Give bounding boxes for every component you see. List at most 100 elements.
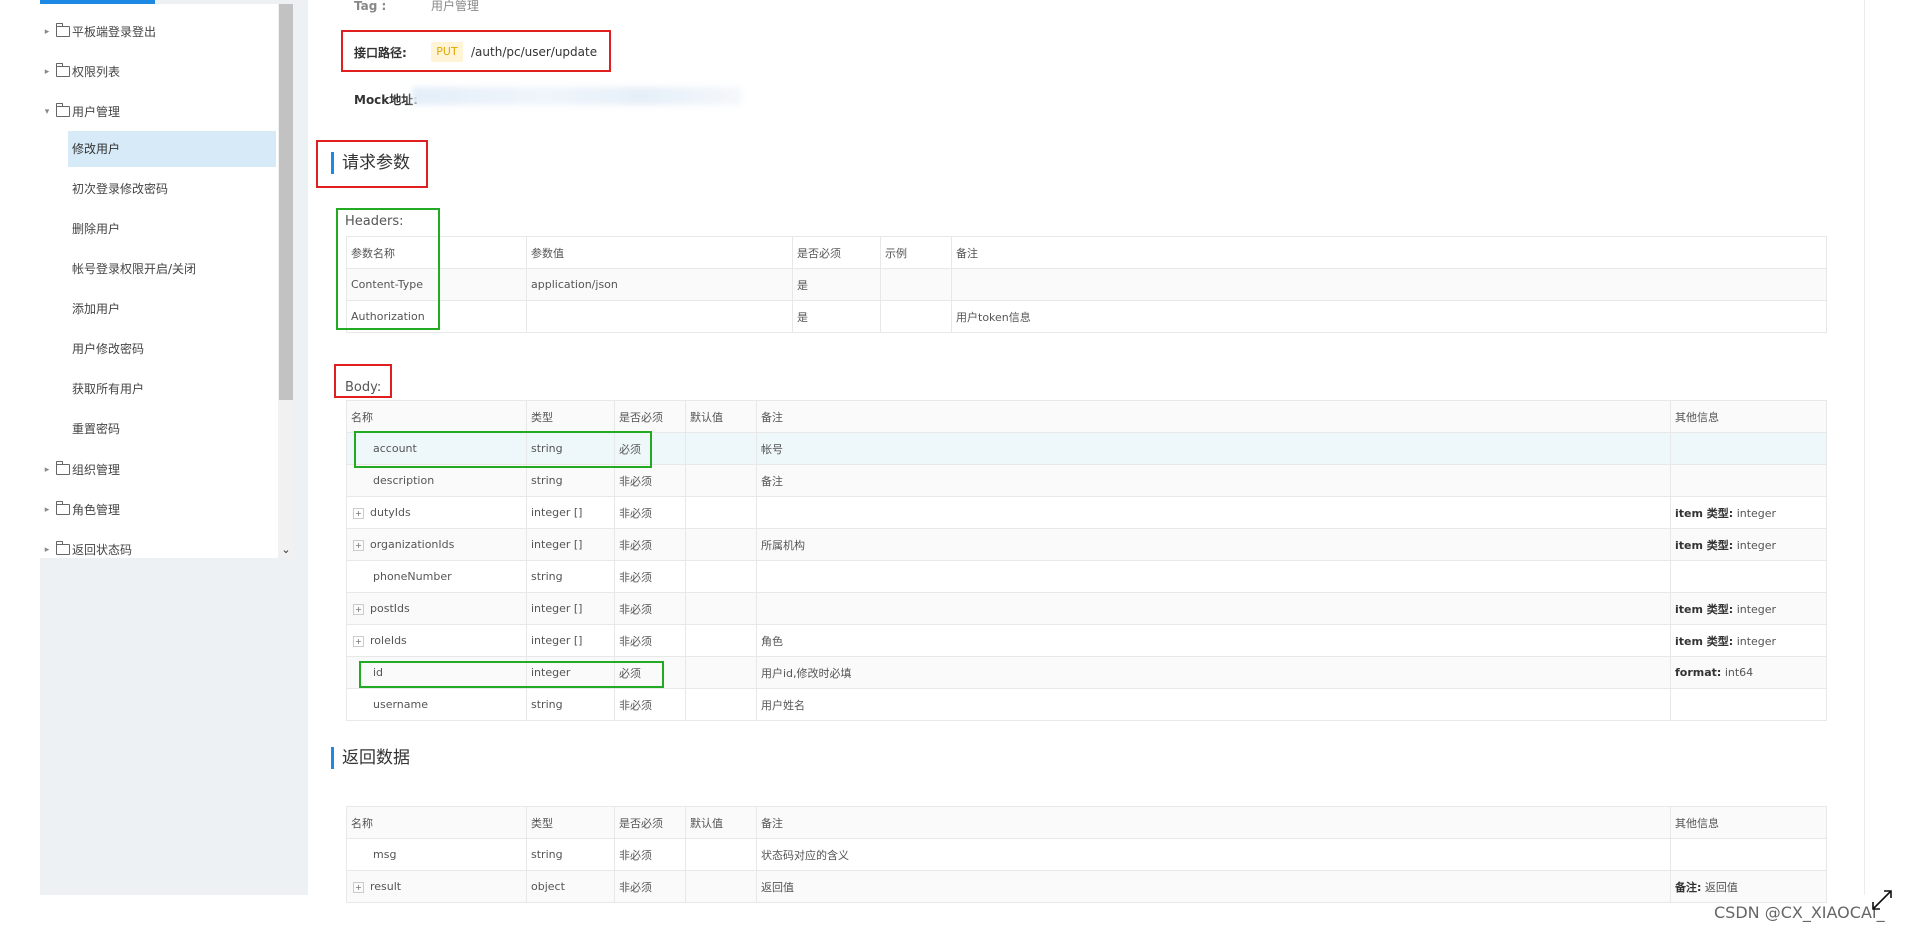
sidebar-folder[interactable]: ▸ 权限列表 — [40, 54, 278, 90]
sidebar-item[interactable]: 帐号登录权限开启/关闭 — [40, 251, 278, 287]
col-remark: 备注 — [951, 236, 1827, 269]
expand-icon[interactable]: + — [353, 635, 364, 647]
table-row: Content-Type application/json 是 — [346, 268, 1827, 301]
param-extra: item 类型: integer — [1670, 496, 1827, 529]
column-header: 名称 — [346, 806, 527, 839]
header-example — [880, 300, 952, 333]
scroll-down-icon[interactable]: ⌄ — [278, 542, 294, 558]
param-note: 返回值 — [756, 870, 1671, 903]
sidebar-scrollbar[interactable]: ⌄ — [278, 4, 294, 558]
column-header: 默认值 — [685, 400, 757, 433]
column-header: 类型 — [526, 400, 615, 433]
annotation-red-box-request — [316, 140, 428, 188]
table-row: Authorization 是 用户token信息 — [346, 300, 1827, 333]
sidebar-item[interactable]: 修改用户 — [68, 131, 276, 167]
param-note: 备注 — [756, 464, 1671, 497]
header-remark — [951, 268, 1827, 301]
annotation-green-box-id — [359, 661, 664, 688]
param-type: string — [526, 838, 615, 871]
extra-key: item 类型: — [1675, 538, 1734, 552]
watermark: CSDN @CX_XIAOCAI_ — [1714, 903, 1885, 922]
param-required: 非必须 — [614, 592, 686, 625]
folder-icon — [56, 461, 70, 475]
param-type: object — [526, 870, 615, 903]
sidebar-item[interactable]: 用户修改密码 — [40, 331, 278, 367]
column-header: 其他信息 — [1670, 806, 1827, 839]
table-row: + postIds integer [] 非必须 item 类型: integer — [346, 592, 1827, 625]
table-row: + roleIds integer [] 非必须 角色 item 类型: integer — [346, 624, 1827, 657]
sidebar-folder[interactable]: ▾ 用户管理 — [40, 94, 278, 130]
column-header: 名称 — [346, 400, 527, 433]
extra-key: format: — [1675, 666, 1722, 679]
sidebar-item-label: 帐号登录权限开启/关闭 — [72, 262, 197, 276]
sidebar-item-label: 删除用户 — [72, 222, 121, 236]
sidebar-item[interactable]: 删除用户 — [40, 211, 278, 247]
sidebar-item[interactable]: 添加用户 — [40, 291, 278, 327]
annotation-red-box-body — [334, 364, 392, 398]
param-name-cell: + organizationIds — [346, 528, 527, 561]
caret-right-icon[interactable]: ▸ — [40, 14, 54, 50]
folder-icon — [56, 103, 70, 117]
param-extra — [1670, 688, 1827, 721]
param-default — [685, 688, 757, 721]
param-type: string — [526, 688, 615, 721]
param-default — [685, 464, 757, 497]
param-required: 非必须 — [614, 688, 686, 721]
expand-icon[interactable]: + — [353, 881, 364, 893]
caret-right-icon[interactable]: ▸ — [40, 492, 54, 528]
tag-label: Tag : — [354, 0, 387, 13]
sidebar-item-label: 初次登录修改密码 — [72, 182, 169, 196]
param-extra: format: int64 — [1670, 656, 1827, 689]
table-row: + result object 非必须 返回值 备注: 返回值 — [346, 870, 1827, 903]
param-note: 状态码对应的含义 — [756, 838, 1671, 871]
response-table: 名称 类型 是否必须 默认值 备注 其他信息 msg string 非必须 状态码对应的含义 + r… — [346, 806, 1827, 903]
param-type: integer [] — [526, 528, 615, 561]
scrollbar-thumb[interactable] — [279, 4, 293, 400]
param-extra: item 类型: integer — [1670, 528, 1827, 561]
caret-down-icon[interactable]: ▾ — [40, 94, 54, 130]
mock-label: Mock地址: — [354, 93, 419, 107]
sidebar-folder[interactable]: ▸ 平板端登录登出 — [40, 14, 278, 50]
column-header: 类型 — [526, 806, 615, 839]
expand-icon[interactable]: + — [353, 603, 364, 615]
sidebar-item-label: 组织管理 — [72, 463, 121, 477]
header-required: 是 — [792, 300, 881, 333]
param-required: 非必须 — [614, 528, 686, 561]
sidebar-folder[interactable]: ▸ 角色管理 — [40, 492, 278, 528]
sidebar-item[interactable]: 获取所有用户 — [40, 371, 278, 407]
param-note: 帐号 — [756, 432, 1671, 465]
param-required: 非必须 — [614, 496, 686, 529]
annotation-red-box-path — [341, 30, 611, 72]
param-type: integer [] — [526, 592, 615, 625]
param-name: description — [373, 474, 435, 487]
caret-right-icon[interactable]: ▸ — [40, 54, 54, 90]
expand-icon[interactable]: + — [353, 539, 364, 551]
extra-key: 备注: — [1675, 880, 1702, 894]
sidebar-folder[interactable]: ▸ 组织管理 — [40, 452, 278, 488]
param-default — [685, 870, 757, 903]
expand-icon[interactable]: + — [353, 507, 364, 519]
resize-icon[interactable] — [1870, 888, 1894, 912]
extra-key: item 类型: — [1675, 506, 1734, 520]
table-row: + dutyIds integer [] 非必须 item 类型: integer — [346, 496, 1827, 529]
param-name-cell: + result — [346, 870, 527, 903]
param-name-cell: username — [346, 688, 527, 721]
header-value — [526, 300, 793, 333]
caret-right-icon[interactable]: ▸ — [40, 452, 54, 488]
sidebar-item[interactable]: 重置密码 — [40, 411, 278, 447]
param-default — [685, 496, 757, 529]
column-header: 备注 — [756, 400, 1671, 433]
param-extra: item 类型: integer — [1670, 592, 1827, 625]
param-type: integer [] — [526, 624, 615, 657]
column-header: 默认值 — [685, 806, 757, 839]
extra-key: item 类型: — [1675, 634, 1734, 648]
table-row: phoneNumber string 非必须 — [346, 560, 1827, 593]
param-name: username — [373, 698, 428, 711]
param-name: phoneNumber — [373, 570, 452, 583]
sidebar-folder[interactable]: ▸ 返回状态码 — [40, 532, 278, 558]
sidebar-item[interactable]: 初次登录修改密码 — [40, 171, 278, 207]
headers-header-row: 参数名称 参数值 是否必须 示例 备注 — [346, 236, 1827, 269]
caret-right-icon[interactable]: ▸ — [40, 532, 54, 558]
extra-value: integer — [1736, 506, 1777, 520]
extra-key: item 类型: — [1675, 602, 1734, 616]
